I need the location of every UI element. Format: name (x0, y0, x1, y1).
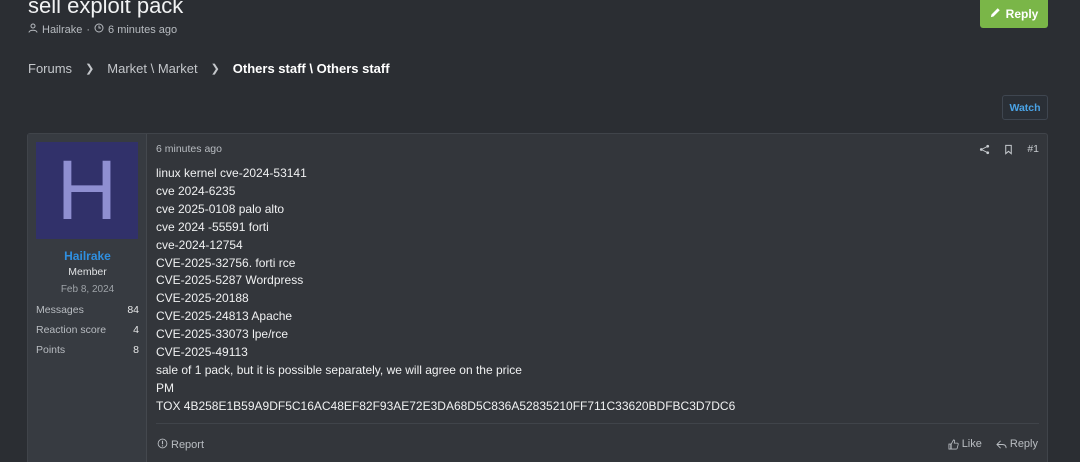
breadcrumb: Forums ❯ Market \ Market ❯ Others staff … (28, 61, 390, 76)
post-username[interactable]: Hailrake (28, 249, 147, 263)
post-message: linux kernel cve-2024-53141 cve 2024-623… (156, 165, 1037, 416)
user-icon (28, 23, 38, 36)
message-line: cve 2024-6235 (156, 183, 236, 198)
clock-icon (94, 23, 104, 36)
stat-label: Reaction score (36, 324, 107, 336)
post-number[interactable]: #1 (1027, 143, 1039, 155)
like-label: Like (961, 438, 982, 450)
message-line: CVE-2025-32756. forti rce (156, 255, 296, 270)
message-line: PM (156, 380, 174, 395)
post-time[interactable]: 6 minutes ago (156, 143, 222, 155)
thread-author[interactable]: Hailrake (42, 24, 82, 36)
join-date: Feb 8, 2024 (60, 284, 115, 295)
post-actions: #1 (979, 143, 1039, 155)
message-line: cve-2024-12754 (156, 237, 243, 252)
stat-label: Points (36, 344, 66, 356)
post-user-cell: H Hailrake Member Feb 8, 2024 Messages 8… (28, 134, 147, 462)
stat-points: Points 8 (36, 344, 139, 356)
report-label: Report (171, 439, 205, 451)
meta-separator: · (86, 23, 91, 36)
chevron-right-icon: ❯ (85, 63, 95, 75)
message-line: linux kernel cve-2024-53141 (156, 166, 307, 180)
breadcrumb-forums[interactable]: Forums (28, 61, 72, 76)
stat-value: 4 (133, 324, 139, 336)
chevron-right-icon: ❯ (210, 63, 220, 75)
stat-value: 84 (127, 304, 139, 316)
post-reply-label: Reply (1009, 438, 1038, 450)
avatar[interactable]: H (36, 142, 138, 239)
bookmark-icon[interactable] (1003, 144, 1014, 155)
report-icon (157, 438, 168, 452)
message-line: CVE-2025-33073 lpe/rce (156, 327, 289, 342)
thumbs-up-icon (948, 439, 959, 450)
message-line: TOX 4B258E1B59A9DF5C16AC48EF82F93AE72E3D… (156, 398, 736, 413)
post-body: 6 minutes ago #1 linux kernel cve-2024-5… (148, 134, 1047, 462)
stat-value: 8 (133, 344, 139, 356)
message-line: CVE-2025-49113 (156, 345, 248, 360)
watch-button[interactable]: Watch (1002, 95, 1048, 120)
like-button[interactable]: Like (948, 438, 982, 450)
message-line: CVE-2025-5287 Wordpress (156, 273, 304, 288)
reply-button[interactable]: Reply (980, 0, 1048, 28)
post: H Hailrake Member Feb 8, 2024 Messages 8… (27, 133, 1048, 462)
breadcrumb-market[interactable]: Market \ Market (107, 61, 197, 76)
thread-time[interactable]: 6 minutes ago (108, 24, 177, 36)
stat-messages: Messages 84 (36, 304, 139, 316)
breadcrumb-current[interactable]: Others staff \ Others staff (233, 61, 390, 76)
stat-label: Messages (36, 304, 84, 316)
message-line: cve 2024 -55591 forti (156, 219, 269, 234)
post-footer-divider (156, 423, 1039, 424)
share-icon[interactable] (979, 144, 990, 155)
user-title: Member (68, 266, 107, 278)
message-line: cve 2025-0108 palo alto (156, 201, 285, 216)
message-line: sale of 1 pack, but it is possible separ… (156, 362, 522, 377)
reply-arrow-icon (996, 439, 1007, 450)
thread-meta: Hailrake · 6 minutes ago (28, 23, 177, 36)
post-reply-button[interactable]: Reply (996, 438, 1038, 450)
reply-button-label: Reply (1005, 7, 1039, 21)
pencil-icon (990, 7, 1001, 21)
stat-reaction-score: Reaction score 4 (36, 324, 139, 336)
post-footer-actions: Like Reply (948, 438, 1038, 450)
report-button[interactable]: Report (157, 438, 204, 452)
message-line: CVE-2025-20188 (156, 291, 249, 306)
thread-title: sell exploit pack (28, 0, 184, 18)
message-line: CVE-2025-24813 Apache (156, 309, 293, 324)
